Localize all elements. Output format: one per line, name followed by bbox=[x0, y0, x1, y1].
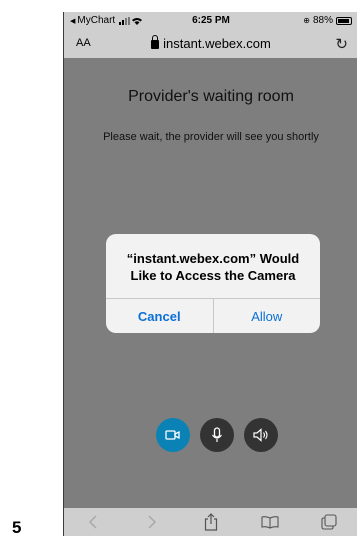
url-text: instant.webex.com bbox=[163, 36, 271, 51]
step-number: 5 bbox=[12, 518, 22, 536]
chevron-left-icon bbox=[89, 515, 97, 529]
phone-screen: ◀ MyChart 6:25 PM ⊕ 88% AA instant.webex… bbox=[63, 12, 357, 536]
dialog-title: “instant.webex.com” Would Like to Access… bbox=[126, 251, 300, 283]
speaker-icon bbox=[253, 428, 268, 442]
bookmarks-button[interactable] bbox=[255, 512, 285, 532]
rotation-lock-icon: ⊕ bbox=[303, 16, 310, 25]
video-camera-icon bbox=[165, 430, 180, 440]
cancel-button[interactable]: Cancel bbox=[106, 299, 214, 333]
share-icon bbox=[204, 513, 218, 531]
page-title: Provider's waiting room bbox=[128, 88, 294, 105]
share-button[interactable] bbox=[196, 512, 226, 532]
microphone-toggle-button[interactable] bbox=[200, 418, 234, 452]
battery-percent: 88% bbox=[312, 15, 333, 26]
url-field[interactable]: instant.webex.com bbox=[64, 35, 357, 51]
page-subtitle: Please wait, the provider will see you s… bbox=[103, 131, 319, 143]
dialog-actions: Cancel Allow bbox=[106, 298, 320, 333]
lock-icon bbox=[151, 35, 160, 49]
back-button[interactable] bbox=[78, 512, 108, 532]
status-bar: ◀ MyChart 6:25 PM ⊕ 88% bbox=[64, 12, 357, 30]
browser-toolbar bbox=[64, 508, 357, 536]
forward-button[interactable] bbox=[137, 512, 167, 532]
chevron-right-icon bbox=[148, 515, 157, 529]
allow-button[interactable]: Allow bbox=[214, 299, 321, 333]
camera-toggle-button[interactable] bbox=[156, 418, 190, 452]
battery-icon bbox=[336, 16, 352, 25]
address-bar[interactable]: AA instant.webex.com ↻ bbox=[64, 30, 357, 58]
tabs-button[interactable] bbox=[314, 512, 344, 532]
microphone-icon bbox=[212, 427, 222, 442]
media-controls bbox=[156, 418, 278, 452]
book-icon bbox=[261, 516, 279, 529]
reload-icon[interactable]: ↻ bbox=[335, 35, 348, 53]
battery-status: ⊕ 88% bbox=[303, 15, 352, 26]
tabs-icon bbox=[321, 514, 337, 530]
speaker-toggle-button[interactable] bbox=[244, 418, 278, 452]
camera-permission-dialog: “instant.webex.com” Would Like to Access… bbox=[106, 234, 320, 333]
